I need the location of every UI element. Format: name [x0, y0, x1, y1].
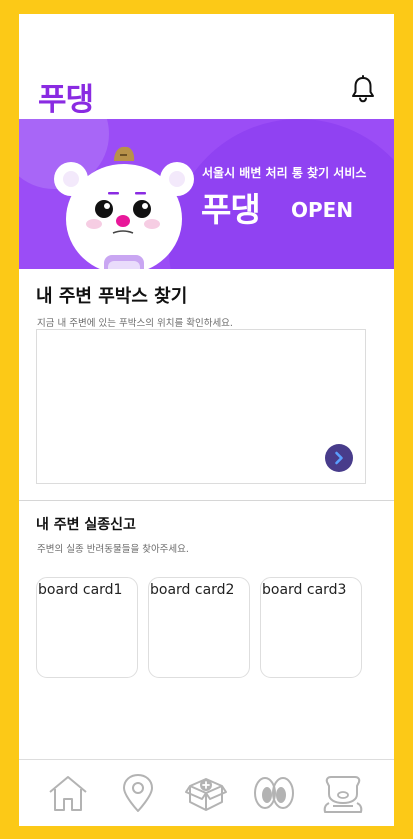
board-card-label: board card2	[150, 582, 235, 598]
app-logo[interactable]: 푸댕	[38, 74, 94, 119]
promo-banner[interactable]: 서울시 배변 처리 통 찾기 서비스 푸댕 OPEN	[19, 119, 394, 269]
dog-profile-icon[interactable]	[321, 772, 365, 814]
app-screen: 푸댕 서울시 배변 처리 통 찾기 서비스 푸댕 OPEN 내 주변 푸박스 찾…	[19, 14, 394, 826]
board-card[interactable]: board card2	[148, 577, 250, 678]
eyes-icon[interactable]	[252, 772, 296, 814]
app-header: 푸댕	[19, 72, 394, 120]
chevron-right-icon	[335, 451, 343, 465]
banner-title: 푸댕	[201, 190, 261, 229]
section-divider	[19, 500, 394, 501]
banner-subtitle: 서울시 배변 처리 통 찾기 서비스	[202, 166, 367, 180]
bell-icon[interactable]	[350, 75, 376, 103]
poobox-section-description: 지금 내 주변에 있는 푸박스의 위치를 확인하세요.	[37, 318, 233, 329]
box-add-icon[interactable]	[184, 772, 228, 814]
board-card-label: board card1	[38, 582, 123, 598]
poobox-map[interactable]	[36, 329, 366, 484]
location-pin-icon[interactable]	[116, 772, 160, 814]
banner-open-label: OPEN	[291, 198, 354, 222]
map-next-button[interactable]	[325, 444, 353, 472]
home-icon[interactable]	[46, 772, 90, 814]
missing-section-title: 내 주변 실종신고	[36, 517, 136, 533]
poobox-section-title: 내 주변 푸박스 찾기	[36, 286, 188, 307]
board-card-label: board card3	[262, 582, 347, 598]
missing-section-description: 주변의 실종 반려동물들을 찾아주세요.	[37, 544, 189, 555]
board-card[interactable]: board card3	[260, 577, 362, 678]
mascot-bear-illustration	[54, 146, 194, 269]
board-card[interactable]: board card1	[36, 577, 138, 678]
bottom-navigation	[19, 759, 394, 826]
